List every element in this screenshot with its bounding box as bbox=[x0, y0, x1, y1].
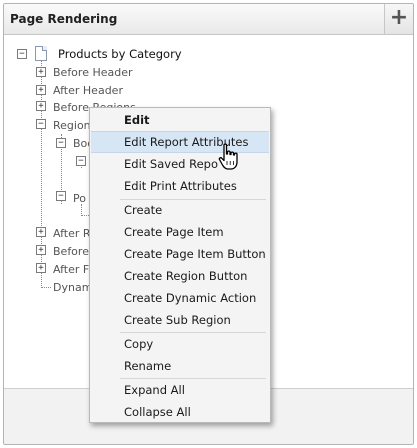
collapse-toggle[interactable]: − bbox=[56, 191, 66, 201]
hand-pointer-icon bbox=[218, 143, 238, 170]
context-menu: Edit Edit Report Attributes Edit Saved R… bbox=[89, 107, 271, 423]
panel-header: Page Rendering + bbox=[4, 4, 413, 35]
menu-item-edit-report-attributes[interactable]: Edit Report Attributes bbox=[91, 131, 269, 153]
menu-item-create-dynamic-action[interactable]: Create Dynamic Action bbox=[91, 287, 269, 309]
tree-root-label[interactable]: Products by Category bbox=[58, 48, 182, 61]
menu-item-edit-print-attributes[interactable]: Edit Print Attributes bbox=[91, 175, 269, 197]
tree-node-dynamic[interactable]: Dynam bbox=[53, 281, 92, 294]
tree-line bbox=[41, 287, 51, 288]
expand-toggle[interactable]: + bbox=[36, 67, 46, 77]
menu-item-copy[interactable]: Copy bbox=[91, 333, 269, 355]
page-icon bbox=[35, 46, 47, 61]
menu-item-create[interactable]: Create bbox=[91, 199, 269, 221]
expand-toggle[interactable]: + bbox=[36, 85, 46, 95]
menu-item-collapse-all[interactable]: Collapse All bbox=[91, 401, 269, 423]
expand-toggle[interactable]: + bbox=[36, 101, 46, 111]
collapse-toggle[interactable]: − bbox=[76, 156, 86, 166]
tree-node-after-regions[interactable]: After R bbox=[53, 227, 91, 240]
add-button[interactable]: + bbox=[384, 4, 413, 34]
collapse-toggle[interactable]: − bbox=[36, 119, 46, 129]
menu-item-create-sub-region[interactable]: Create Sub Region bbox=[91, 309, 269, 331]
collapse-toggle[interactable]: − bbox=[17, 49, 27, 59]
menu-item-edit[interactable]: Edit bbox=[91, 109, 269, 131]
menu-item-rename[interactable]: Rename bbox=[91, 355, 269, 377]
menu-item-expand-all[interactable]: Expand All bbox=[91, 379, 269, 401]
panel-title: Page Rendering bbox=[10, 12, 118, 26]
menu-item-create-page-item-button[interactable]: Create Page Item Button bbox=[91, 243, 269, 265]
tree-node-before-footer[interactable]: Before bbox=[53, 245, 89, 258]
tree-node-after-header[interactable]: After Header bbox=[53, 84, 123, 97]
expand-toggle[interactable]: + bbox=[36, 245, 46, 255]
tree-node-before-header[interactable]: Before Header bbox=[53, 66, 133, 79]
menu-item-create-region-button[interactable]: Create Region Button bbox=[91, 265, 269, 287]
collapse-toggle[interactable]: − bbox=[56, 138, 66, 148]
menu-item-create-page-item[interactable]: Create Page Item bbox=[91, 221, 269, 243]
expand-toggle[interactable]: + bbox=[36, 227, 46, 237]
expand-toggle[interactable]: + bbox=[36, 263, 46, 273]
menu-item-edit-saved-reports[interactable]: Edit Saved Repo bbox=[91, 153, 269, 175]
tree-node-position[interactable]: Po bbox=[73, 192, 86, 205]
